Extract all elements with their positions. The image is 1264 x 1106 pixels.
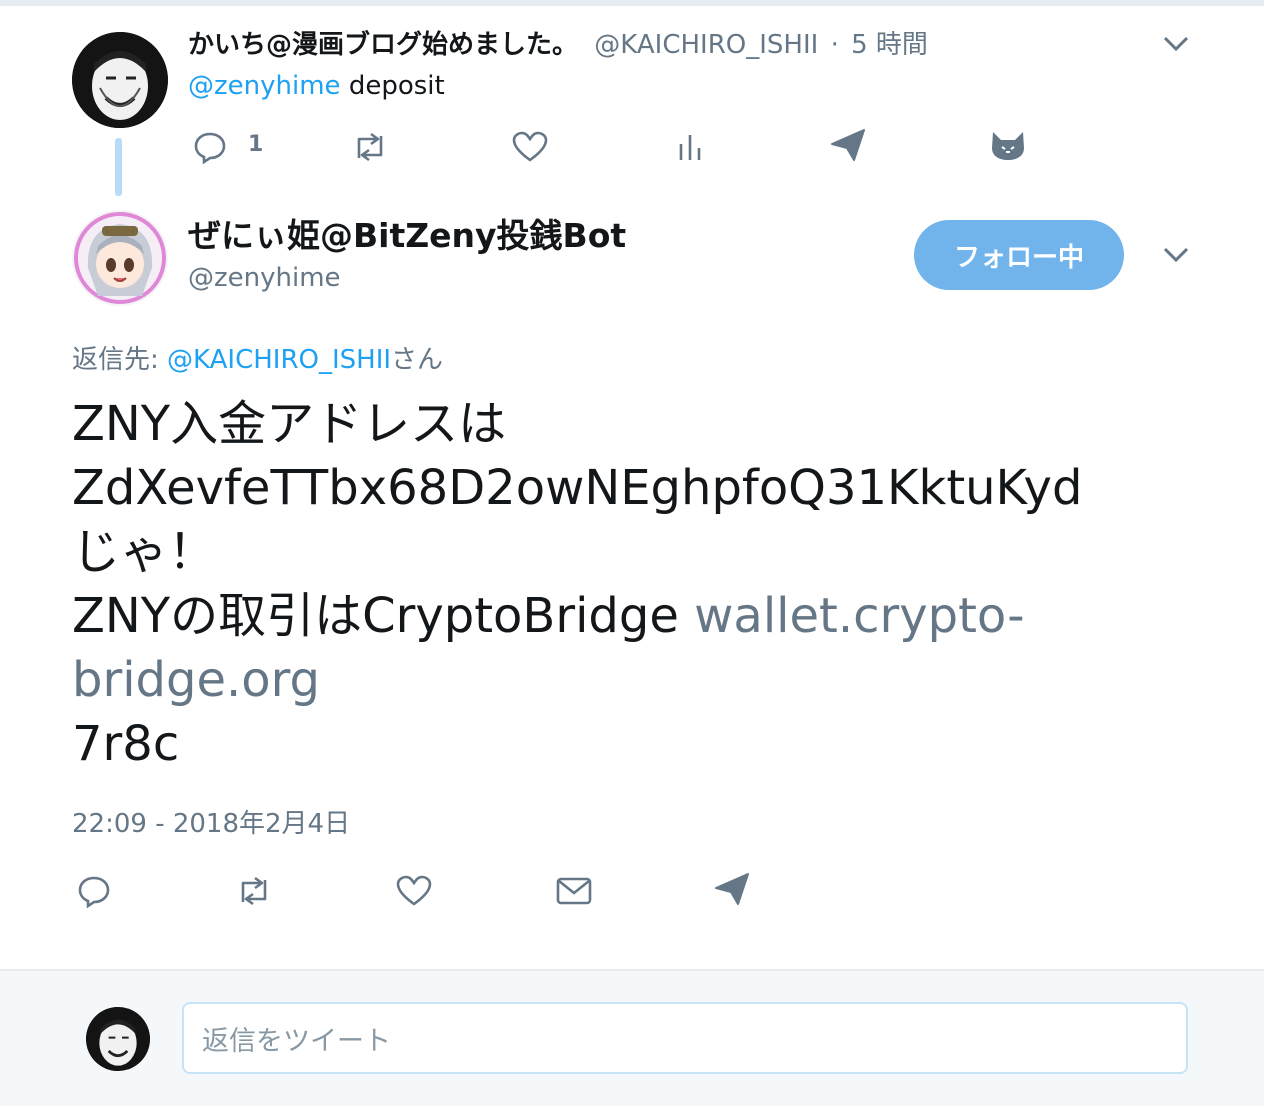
- reply-to-line: 返信先: @KAICHIRO_ISHIIさん: [72, 342, 443, 378]
- retweet-icon[interactable]: [235, 875, 273, 907]
- parent-mention[interactable]: @zenyhime: [188, 71, 341, 101]
- parent-display-name[interactable]: かいち@漫画ブログ始めました。: [188, 30, 578, 60]
- main-more-chevron-icon[interactable]: [1163, 246, 1189, 268]
- main-tweet-text: ZNY入金アドレスは ZdXevfeTTbx68D2owNEghpfoQ31Kk…: [72, 392, 1192, 776]
- tweet-line-1: ZNY入金アドレスは: [72, 396, 507, 452]
- parent-handle[interactable]: @KAICHIRO_ISHII: [594, 30, 818, 60]
- tweet-line-3: じゃ！: [72, 524, 217, 580]
- reply-input[interactable]: 返信をツイート: [182, 1002, 1188, 1074]
- analytics-icon[interactable]: [678, 132, 702, 162]
- parent-text: deposit: [348, 71, 445, 101]
- send-dm-icon[interactable]: [714, 872, 750, 906]
- tweet-link-part-2[interactable]: bridge.org: [72, 648, 1192, 712]
- mail-icon[interactable]: [556, 876, 592, 906]
- parent-separator: ·: [830, 30, 839, 60]
- reply-icon[interactable]: [77, 874, 111, 908]
- parent-tweet-text: @zenyhime deposit: [188, 68, 445, 104]
- parent-more-chevron-icon[interactable]: [1163, 35, 1189, 57]
- reply-to-prefix: 返信先:: [72, 345, 168, 375]
- parent-reply-count: 1: [248, 132, 264, 157]
- like-icon[interactable]: [396, 875, 432, 907]
- reply-to-handle[interactable]: @KAICHIRO_ISHII: [167, 345, 391, 375]
- reply-icon[interactable]: [193, 130, 227, 164]
- thread-connector: [115, 138, 122, 196]
- current-user-avatar[interactable]: [86, 1007, 150, 1071]
- cat-icon[interactable]: [990, 130, 1026, 162]
- tweet-line-6: 7r8c: [72, 716, 180, 772]
- reply-to-suffix: さん: [391, 345, 444, 375]
- parent-time[interactable]: 5 時間: [851, 30, 928, 60]
- like-icon[interactable]: [512, 131, 548, 163]
- send-dm-icon[interactable]: [830, 128, 866, 162]
- following-button[interactable]: フォロー中: [914, 220, 1124, 290]
- tweet-link-part-1[interactable]: wallet.crypto-: [694, 588, 1024, 644]
- tweet-timestamp[interactable]: 22:09 - 2018年2月4日: [72, 806, 350, 842]
- top-divider: [0, 0, 1264, 6]
- tweet-line-4: ZNYの取引はCryptoBridge wallet.crypto-: [72, 584, 1192, 648]
- main-handle[interactable]: @zenyhime: [188, 260, 341, 296]
- tweet-line-address: ZdXevfeTTbx68D2owNEghpfoQ31KktuKyd: [72, 460, 1083, 516]
- avatar-kaichiro[interactable]: [72, 32, 168, 128]
- retweet-icon[interactable]: [351, 131, 389, 163]
- tweet-line-4-text: ZNYの取引はCryptoBridge: [72, 588, 695, 644]
- parent-tweet-header: かいち@漫画ブログ始めました。 @KAICHIRO_ISHII · 5 時間: [188, 26, 928, 66]
- avatar-zenyhime[interactable]: [72, 210, 168, 306]
- main-display-name[interactable]: ぜにぃ姫@BitZeny投銭Bot: [188, 214, 626, 258]
